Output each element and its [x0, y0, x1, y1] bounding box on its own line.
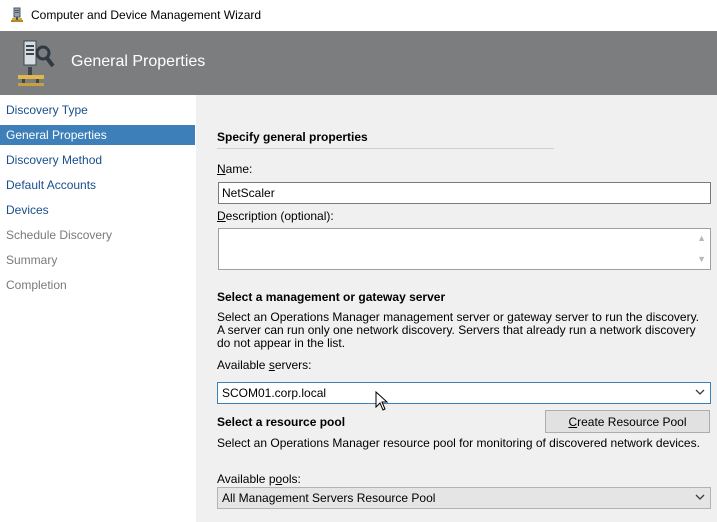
- available-servers-dropdown[interactable]: SCOM01.corp.local: [217, 382, 711, 404]
- available-pools-dropdown[interactable]: All Management Servers Resource Pool: [217, 487, 711, 509]
- scroll-down-icon[interactable]: ▼: [697, 255, 706, 264]
- nav-step-summary: Summary: [6, 253, 58, 267]
- mouse-pointer-icon: [375, 391, 389, 411]
- section-title-server: Select a management or gateway server: [217, 290, 446, 304]
- name-label: Name:: [217, 162, 253, 176]
- nav-step-default-accounts[interactable]: Default Accounts: [0, 175, 195, 195]
- window-title: Computer and Device Management Wizard: [31, 8, 262, 22]
- create-resource-pool-button[interactable]: Create Resource Pool: [545, 410, 710, 433]
- nav-step-discovery-type[interactable]: Discovery Type: [0, 100, 195, 120]
- scroll-up-icon[interactable]: ▲: [697, 234, 706, 243]
- available-pools-label: Available pools:: [217, 472, 301, 486]
- description-label: Description (optional):: [217, 209, 334, 223]
- nav-step-discovery-method[interactable]: Discovery Method: [0, 150, 195, 170]
- description-textarea[interactable]: ▲ ▼: [218, 228, 711, 270]
- selected-pool-value: All Management Servers Resource Pool: [222, 491, 436, 505]
- page-heading: General Properties: [71, 53, 206, 70]
- section-title-pool: Select a resource pool: [217, 415, 346, 429]
- pool-description: Select an Operations Manager resource po…: [217, 436, 700, 450]
- name-input[interactable]: [218, 182, 711, 204]
- selected-server-value: SCOM01.corp.local: [222, 386, 327, 400]
- section-title-general: Specify general properties: [217, 130, 368, 144]
- chevron-down-icon: [695, 494, 705, 500]
- wizard-app-icon: [11, 7, 23, 22]
- wizard-step-sidebar: Discovery Type General Properties Discov…: [0, 95, 196, 522]
- section-divider: [217, 148, 554, 149]
- description-scrollbar[interactable]: ▲ ▼: [693, 229, 710, 269]
- nav-step-completion: Completion: [6, 278, 67, 292]
- wizard-header-banner: General Properties: [0, 31, 717, 95]
- nav-step-devices[interactable]: Devices: [0, 200, 195, 220]
- chevron-down-icon: [695, 389, 705, 395]
- window-title-bar: Computer and Device Management Wizard: [0, 0, 717, 31]
- discovery-wizard-icon: [18, 40, 55, 86]
- nav-step-general-properties[interactable]: General Properties: [0, 125, 195, 145]
- wizard-content-panel: Specify general properties Name: Descrip…: [196, 95, 717, 522]
- available-servers-label: Available servers:: [217, 358, 312, 372]
- server-description: Select an Operations Manager management …: [217, 310, 700, 350]
- nav-step-schedule-discovery: Schedule Discovery: [6, 228, 113, 242]
